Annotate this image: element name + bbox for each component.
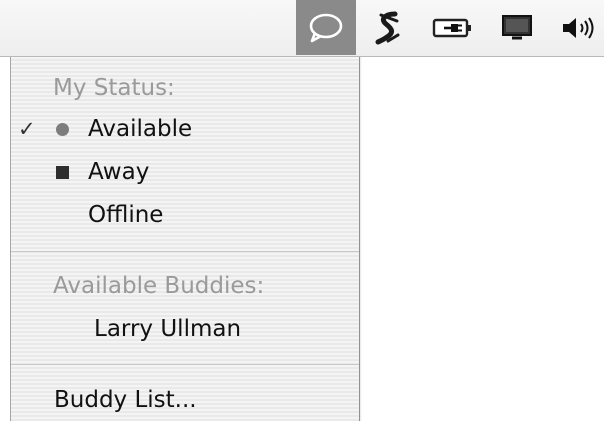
display-icon — [502, 14, 532, 39]
volume-menu-extra[interactable] — [556, 0, 604, 55]
buddy-list-label: Buddy List... — [54, 387, 197, 413]
available-buddies-header: Available Buddies: — [53, 273, 265, 299]
ichat-bubble-icon — [309, 13, 343, 42]
volume-icon — [563, 16, 594, 39]
away-status-icon — [56, 166, 69, 179]
menu-separator — [11, 364, 359, 365]
checkmark-icon: ✓ — [18, 117, 36, 141]
script-icon — [375, 11, 400, 44]
ichat-status-menu: My Status: ✓ Available Away Offline Avai… — [10, 57, 360, 421]
script-menu-extra[interactable] — [368, 0, 408, 55]
buddy-name: Larry Ullman — [94, 316, 242, 342]
menu-item-available-label: Available — [88, 116, 193, 142]
menu-shadow — [359, 57, 362, 421]
battery-plug-icon — [432, 18, 471, 37]
menu-item-away-label: Away — [88, 159, 150, 185]
menu-bar — [0, 0, 604, 57]
display-menu-extra[interactable] — [492, 0, 542, 55]
menu-separator — [11, 251, 359, 252]
menu-item-offline-label: Offline — [88, 202, 164, 228]
ichat-menu-extra[interactable] — [296, 0, 356, 55]
available-status-icon — [56, 123, 69, 136]
screen: My Status: ✓ Available Away Offline Avai… — [0, 0, 604, 421]
my-status-header: My Status: — [53, 75, 175, 101]
battery-menu-extra[interactable] — [426, 0, 480, 55]
